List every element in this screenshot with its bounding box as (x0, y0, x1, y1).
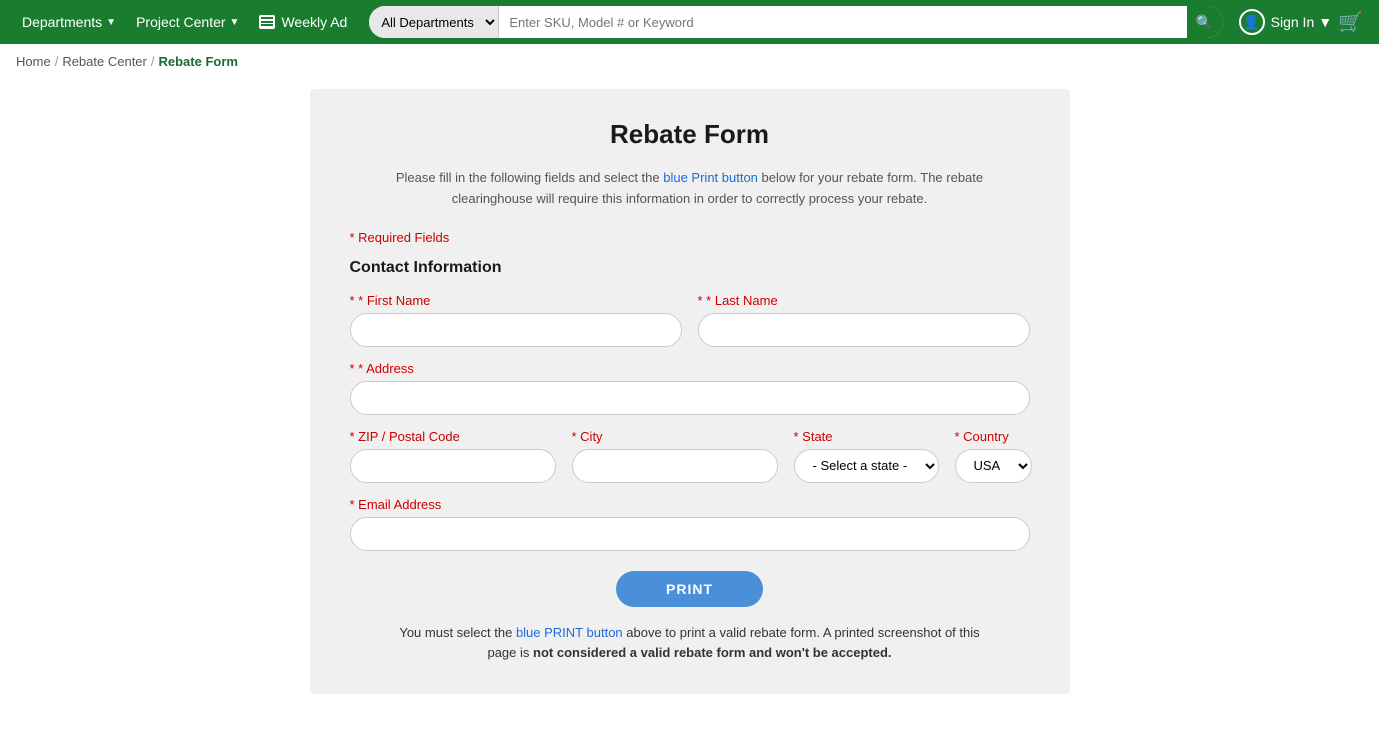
address-group: * * Address (350, 361, 1030, 415)
blue-print-note-text: blue PRINT button (516, 625, 623, 640)
departments-chevron-icon: ▼ (106, 17, 116, 28)
print-button[interactable]: PRINT (616, 571, 763, 607)
breadcrumb-home[interactable]: Home (16, 54, 51, 69)
zip-group: * ZIP / Postal Code (350, 429, 556, 483)
country-select[interactable]: USA (955, 449, 1032, 483)
city-input[interactable] (572, 449, 778, 483)
address-input[interactable] (350, 381, 1030, 415)
contact-section-title: Contact Information (350, 259, 1030, 277)
blue-print-text: blue Print button (663, 170, 758, 185)
weekly-ad-label: Weekly Ad (281, 14, 347, 30)
cart-icon[interactable]: 🛒 (1338, 10, 1363, 35)
header-right: 👤 Sign In ▼ 🛒 (1239, 9, 1363, 35)
form-title: Rebate Form (350, 119, 1030, 150)
zip-input[interactable] (350, 449, 556, 483)
email-row: * Email Address (350, 497, 1030, 551)
sign-in-button[interactable]: Sign In ▼ (1271, 14, 1332, 30)
weekly-ad-nav[interactable]: Weekly Ad (253, 10, 353, 34)
country-label: * Country (955, 429, 1032, 444)
zip-label: * ZIP / Postal Code (350, 429, 556, 444)
search-input[interactable] (499, 15, 1186, 30)
project-center-chevron-icon: ▼ (230, 17, 240, 28)
email-group: * Email Address (350, 497, 1030, 551)
state-label: * State (794, 429, 939, 444)
state-group: * State - Select a state - (794, 429, 939, 483)
name-row: * * First Name * * Last Name (350, 293, 1030, 347)
first-name-label: * * First Name (350, 293, 682, 308)
footer-note: You must select the blue PRINT button ab… (390, 623, 990, 665)
state-select[interactable]: - Select a state - (794, 449, 939, 483)
header: Departments ▼ Project Center ▼ Weekly Ad… (0, 0, 1379, 44)
form-description: Please fill in the following fields and … (390, 168, 990, 210)
first-name-group: * * First Name (350, 293, 682, 347)
city-group: * City (572, 429, 778, 483)
location-row: * ZIP / Postal Code * City * State - Sel… (350, 429, 1030, 483)
search-button[interactable]: 🔍 (1187, 6, 1223, 38)
city-label: * City (572, 429, 778, 444)
search-department-select[interactable]: All Departments (369, 6, 499, 38)
form-container: Rebate Form Please fill in the following… (310, 89, 1070, 694)
breadcrumb-current: Rebate Form (159, 54, 238, 69)
address-row: * * Address (350, 361, 1030, 415)
last-name-group: * * Last Name (698, 293, 1030, 347)
main-content: Rebate Form Please fill in the following… (0, 79, 1379, 734)
required-fields-note: * Required Fields (350, 230, 1030, 245)
breadcrumb-sep-2: / (151, 54, 155, 69)
first-name-input[interactable] (350, 313, 682, 347)
search-bar: All Departments 🔍 (369, 6, 1222, 38)
last-name-label: * * Last Name (698, 293, 1030, 308)
email-input[interactable] (350, 517, 1030, 551)
last-name-input[interactable] (698, 313, 1030, 347)
breadcrumb: Home / Rebate Center / Rebate Form (0, 44, 1379, 79)
sign-in-label: Sign In (1271, 14, 1315, 30)
user-icon: 👤 (1239, 9, 1265, 35)
project-center-label: Project Center (136, 14, 225, 30)
sign-in-chevron-icon: ▼ (1318, 14, 1332, 30)
project-center-nav[interactable]: Project Center ▼ (130, 10, 245, 34)
weekly-ad-icon (259, 15, 275, 29)
breadcrumb-rebate-center[interactable]: Rebate Center (62, 54, 147, 69)
departments-nav[interactable]: Departments ▼ (16, 10, 122, 34)
address-label: * * Address (350, 361, 1030, 376)
breadcrumb-sep-1: / (55, 54, 59, 69)
email-label: * Email Address (350, 497, 1030, 512)
country-group: * Country USA (955, 429, 1032, 483)
departments-label: Departments (22, 14, 102, 30)
